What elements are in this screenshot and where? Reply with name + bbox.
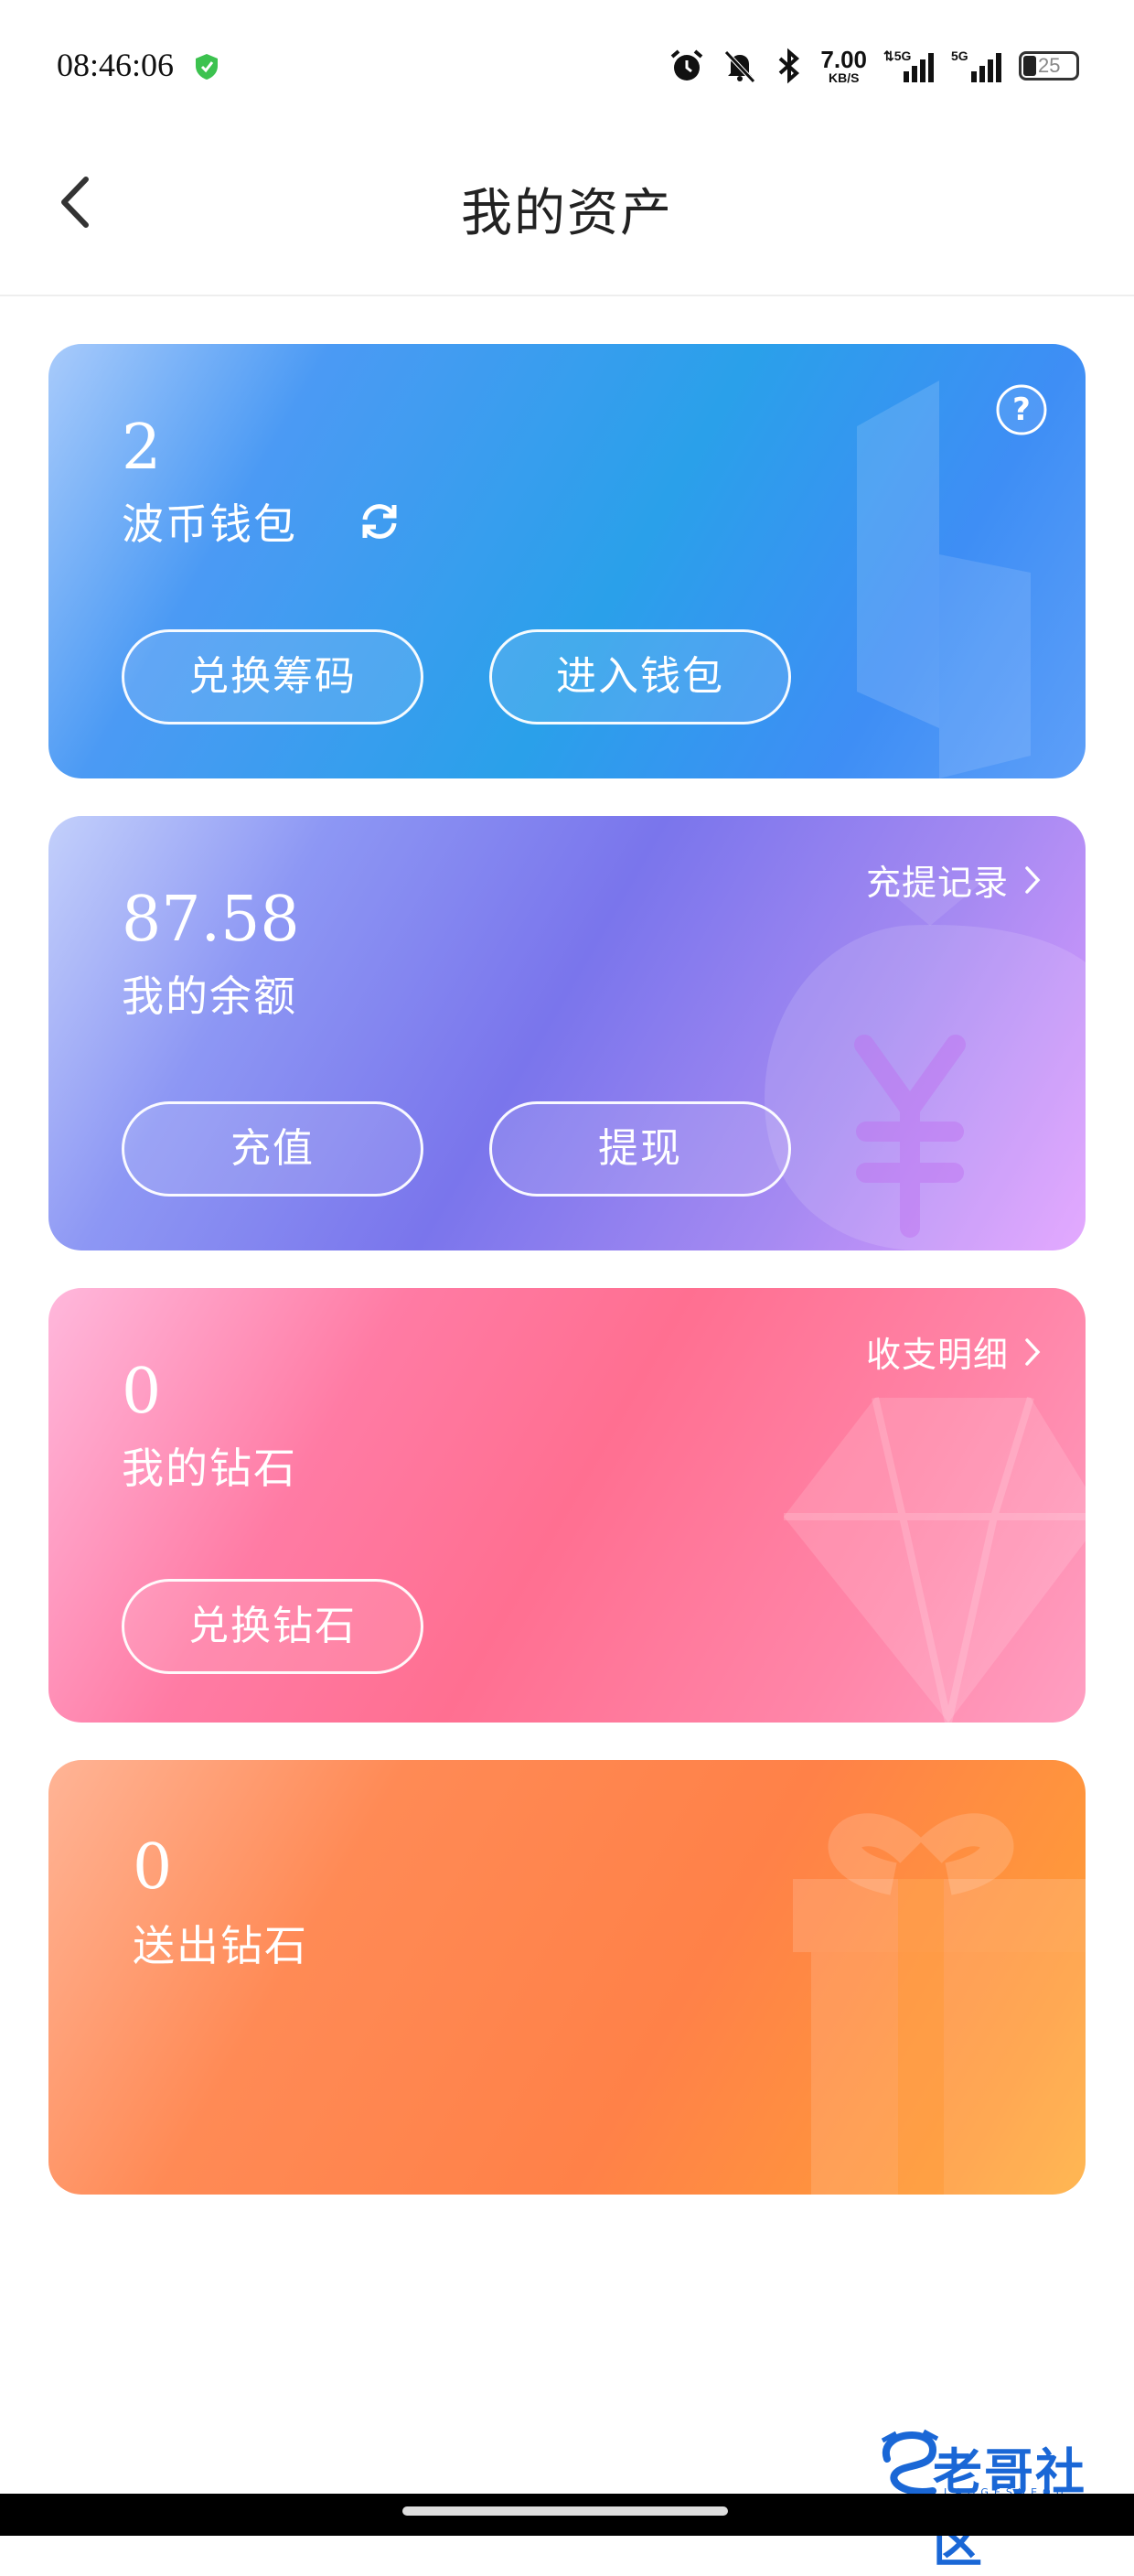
recharge-records-link[interactable]: 充提记录 bbox=[866, 854, 1042, 905]
balance-value: 87.58 bbox=[122, 884, 300, 956]
mute-bell-icon bbox=[724, 50, 756, 83]
refresh-icon[interactable] bbox=[356, 498, 403, 545]
net-speed-value: 7.00 bbox=[820, 46, 867, 73]
recharge-records-label: 充提记录 bbox=[865, 863, 1009, 903]
svg-text:5G: 5G bbox=[951, 48, 968, 63]
signal-5g-icon-2: 5G bbox=[951, 48, 1001, 82]
chevron-right-icon bbox=[1025, 865, 1041, 894]
bluetooth-icon bbox=[779, 48, 800, 84]
watermark-logo: 老哥社区 LAOGESHEQU bbox=[869, 2422, 1116, 2573]
sent-diamond-card: 0 送出钻石 bbox=[48, 1760, 1086, 2195]
gift-decoration-icon bbox=[793, 1813, 1086, 2195]
battery-icon: 25 bbox=[1019, 51, 1079, 80]
wallet-card: ? 2 波币钱包 兑换筹码 进入钱包 bbox=[48, 344, 1086, 778]
battery-level: 25 bbox=[1038, 54, 1061, 77]
diamond-label: 我的钻石 bbox=[122, 1444, 297, 1493]
alarm-icon bbox=[671, 49, 703, 80]
wallet-value: 2 bbox=[122, 412, 162, 484]
income-expense-label: 收支明细 bbox=[865, 1335, 1009, 1375]
home-indicator[interactable] bbox=[402, 2506, 728, 2516]
chevron-right-icon bbox=[1025, 1337, 1041, 1366]
balance-card: 充提记录 87.58 我的余额 充值 提现 bbox=[48, 816, 1086, 1250]
shield-icon bbox=[196, 54, 218, 80]
status-icons: 7.00 KB/S ⇅5G 5G 25 bbox=[669, 44, 1079, 88]
recharge-button[interactable]: 充值 bbox=[122, 1101, 423, 1197]
sent-diamond-value: 0 bbox=[133, 1831, 173, 1904]
signal-5g-icon-1: ⇅5G bbox=[883, 48, 934, 82]
net-speed-unit: KB/S bbox=[828, 70, 860, 85]
svg-text:?: ? bbox=[1012, 392, 1031, 428]
exchange-diamond-button[interactable]: 兑换钻石 bbox=[122, 1579, 423, 1674]
wallet-label: 波币钱包 bbox=[122, 499, 297, 549]
withdraw-button[interactable]: 提现 bbox=[489, 1101, 791, 1197]
exchange-chips-button[interactable]: 兑换筹码 bbox=[122, 629, 423, 724]
page-title: 我的资产 bbox=[461, 184, 673, 243]
app-header: 我的资产 bbox=[0, 137, 1134, 296]
status-time: 08:46:06 bbox=[57, 47, 175, 83]
svg-text:⇅5G: ⇅5G bbox=[883, 48, 912, 63]
income-expense-link[interactable]: 收支明细 bbox=[866, 1326, 1042, 1377]
diamond-card: 收支明细 0 我的钻石 兑换钻石 bbox=[48, 1288, 1086, 1723]
status-bar: 08:46:06 7.00 KB/S ⇅5G 5G 25 bbox=[0, 0, 1134, 137]
net-speed: 7.00 KB/S bbox=[820, 48, 867, 84]
help-icon[interactable]: ? bbox=[994, 382, 1049, 437]
sent-diamond-label: 送出钻石 bbox=[133, 1921, 308, 1970]
enter-wallet-button[interactable]: 进入钱包 bbox=[489, 629, 791, 724]
balance-label: 我的余额 bbox=[122, 971, 297, 1021]
diamond-value: 0 bbox=[122, 1356, 162, 1428]
